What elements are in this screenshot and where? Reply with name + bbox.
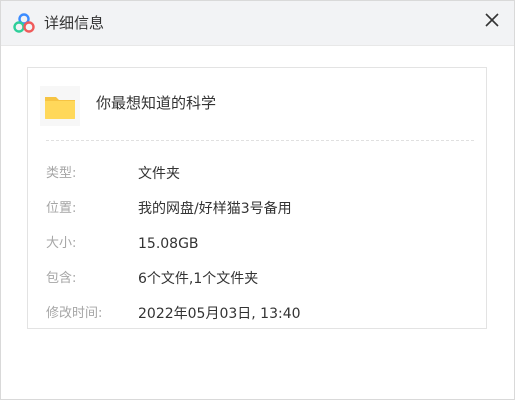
detail-row-contains: 包含: 6个文件,1个文件夹 [46,268,466,290]
folder-icon [40,86,80,126]
contains-label: 包含: [46,271,77,286]
location-value: 我的网盘/好样猫3号备用 [138,201,292,217]
size-value: 15.08GB [138,236,199,252]
folder-name: 你最想知道的科学 [96,94,217,112]
modified-label: 修改时间: [46,306,103,321]
detail-row-modified: 修改时间: 2022年05月03日, 13:40 [46,303,466,325]
dialog-title: 详细信息 [44,14,105,32]
size-label: 大小: [46,236,77,251]
detail-row-location: 位置: 我的网盘/好样猫3号备用 [46,198,466,220]
cloud-logo-icon [13,13,35,33]
type-label: 类型: [46,166,77,181]
details-card: 你最想知道的科学 类型: 文件夹 位置: 我的网盘/好样猫3号备用 大小: 15… [27,67,487,329]
detail-row-size: 大小: 15.08GB [46,233,466,255]
close-icon[interactable] [479,7,505,33]
modified-value: 2022年05月03日, 13:40 [138,306,301,322]
details-dialog: 详细信息 你最想知道的科学 类型: 文件夹 位置: 我的网盘/好样猫3号备用 大… [0,0,515,400]
type-value: 文件夹 [138,166,180,182]
contains-value: 6个文件,1个文件夹 [138,271,259,287]
dialog-titlebar: 详细信息 [1,1,514,46]
detail-row-type: 类型: 文件夹 [46,163,466,185]
location-label: 位置: [46,201,77,216]
divider [46,140,474,141]
